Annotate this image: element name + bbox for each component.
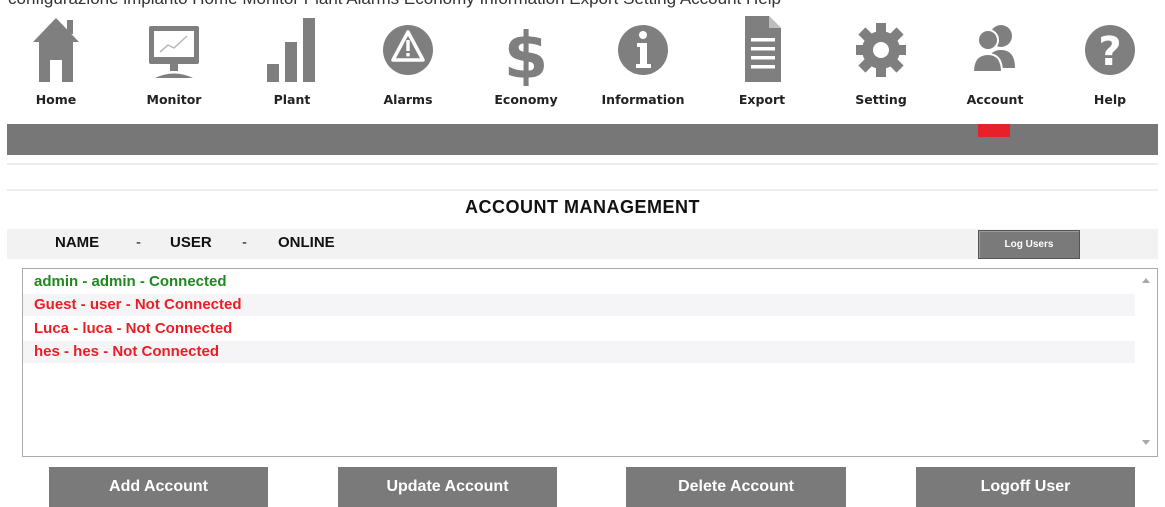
nav-plant[interactable]: Plant — [242, 8, 342, 120]
home-icon — [33, 18, 79, 82]
document-icon — [745, 16, 781, 82]
dollar-icon: $ — [504, 20, 549, 86]
update-account-button[interactable]: Update Account — [338, 467, 557, 507]
bar-chart-icon — [267, 18, 315, 82]
nav-label: Plant — [273, 92, 311, 107]
nav-information[interactable]: Information — [593, 8, 693, 120]
active-tab-indicator — [978, 124, 1010, 137]
header-separator: - — [242, 234, 247, 251]
svg-text:$: $ — [504, 20, 549, 86]
nav-label: Economy — [494, 92, 558, 107]
top-clipped-text: configurazione impianto Home Monitor Pla… — [0, 0, 1165, 8]
nav-label: Monitor — [146, 92, 202, 107]
nav-label: Account — [966, 92, 1024, 107]
nav-account[interactable]: Account — [945, 8, 1045, 120]
page-title: ACCOUNT MANAGEMENT — [465, 197, 700, 217]
nav-monitor[interactable]: Monitor — [124, 8, 224, 120]
header-name: NAME — [55, 234, 100, 251]
account-item-not-connected[interactable]: Luca - luca - Not Connected — [23, 318, 1135, 340]
delete-account-button[interactable]: Delete Account — [626, 467, 846, 507]
log-users-button[interactable]: Log Users — [978, 230, 1080, 259]
nav-label: Alarms — [383, 92, 433, 107]
header-user: USER — [170, 234, 212, 251]
scroll-up-arrow-icon[interactable] — [1142, 278, 1150, 283]
divider — [7, 189, 1158, 191]
clipped-text: configurazione impianto Home Monitor Pla… — [8, 0, 781, 8]
warning-icon — [383, 25, 433, 75]
nav-setting[interactable]: Setting — [831, 8, 931, 120]
nav-economy[interactable]: $ Economy — [476, 8, 576, 120]
nav-help[interactable]: ? Help — [1060, 8, 1160, 120]
nav-label: Help — [1093, 92, 1127, 107]
account-item-not-connected[interactable]: Guest - user - Not Connected — [23, 294, 1135, 316]
nav-label: Setting — [855, 92, 907, 107]
help-icon: ? — [1085, 25, 1135, 75]
account-item-not-connected[interactable]: hes - hes - Not Connected — [23, 341, 1135, 363]
accounts-listbox[interactable]: admin - admin - Connected Guest - user -… — [22, 268, 1158, 457]
users-icon — [971, 25, 1015, 73]
header-online: ONLINE — [278, 234, 335, 251]
info-icon — [618, 25, 668, 75]
header-separator: - — [136, 234, 141, 251]
logoff-user-button[interactable]: Logoff User — [916, 467, 1135, 507]
main-nav: Home Monitor Plant Alarms $ Economy Info… — [0, 8, 1165, 120]
nav-export[interactable]: Export — [712, 8, 812, 120]
scroll-down-arrow-icon[interactable] — [1142, 440, 1150, 445]
scrollbar[interactable] — [1137, 269, 1157, 456]
svg-text:?: ? — [1098, 29, 1121, 75]
nav-label: Information — [601, 92, 685, 107]
divider — [7, 163, 1158, 165]
nav-label: Export — [738, 92, 786, 107]
monitor-icon — [149, 26, 199, 78]
nav-label: Home — [35, 92, 77, 107]
add-account-button[interactable]: Add Account — [49, 467, 268, 507]
nav-alarms[interactable]: Alarms — [358, 8, 458, 120]
account-item-connected[interactable]: admin - admin - Connected — [23, 271, 1135, 293]
nav-home[interactable]: Home — [6, 8, 106, 120]
gear-icon — [856, 23, 906, 77]
